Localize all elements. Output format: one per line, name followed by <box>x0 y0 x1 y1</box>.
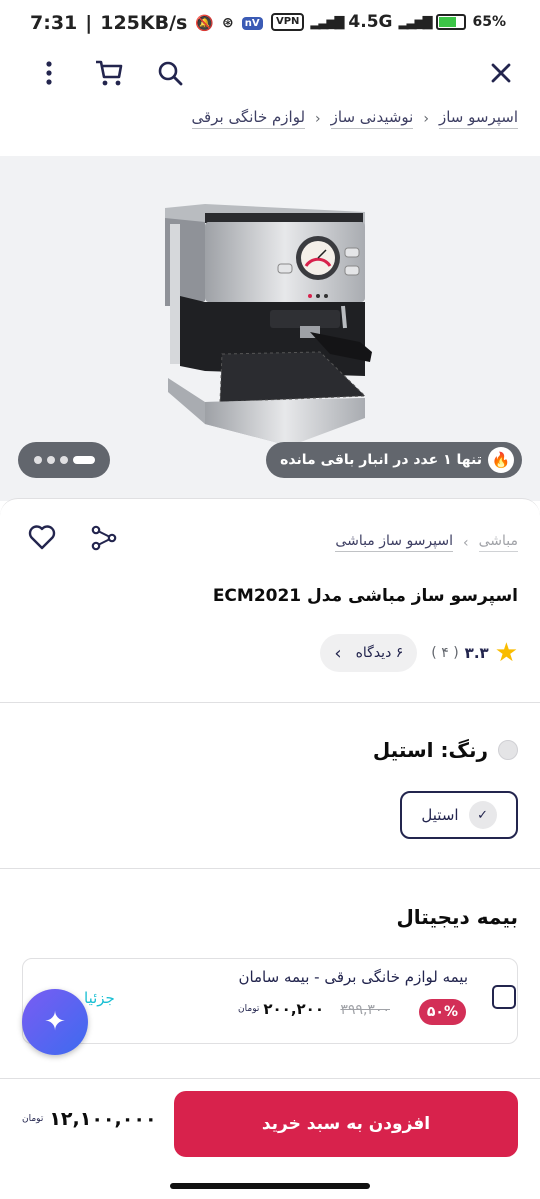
gallery-dot <box>33 456 42 464</box>
status-speed: 125KB/s <box>100 12 188 34</box>
product-title: اسپرسو ساز مباشی مدل ECM2021 <box>212 586 518 606</box>
chevron-left-icon: ‹ <box>423 110 429 127</box>
breadcrumb-beverage-maker[interactable]: نوشیدنی ساز <box>330 108 414 129</box>
star-icon: ★ <box>494 638 518 668</box>
insurance-checkbox[interactable] <box>492 985 516 1009</box>
mute-icon: 🔕 <box>195 14 215 32</box>
insurance-details-link[interactable]: جزئیا <box>84 989 115 1007</box>
status-right: VPN ▂▃▅▇ 4.5G ▂▃▅▇ 65% <box>270 12 506 32</box>
search-icon[interactable] <box>153 56 187 90</box>
signal-icon: ▂▃▅▇ <box>310 14 344 30</box>
product-image-gallery[interactable]: 🔥 تنها ۱ عدد در انبار باقی مانده <box>0 156 540 501</box>
color-swatch <box>498 740 518 760</box>
section-divider <box>0 868 540 869</box>
vpn-icon: VPN <box>270 13 305 31</box>
price-value: ۱۲,۱۰۰,۰۰۰ <box>49 1108 157 1130</box>
currency-label: تومان <box>22 1114 44 1124</box>
check-icon: ✓ <box>468 801 497 829</box>
status-left: 7:31 | 125KB/s 🔕 ⊛ nV <box>30 12 263 34</box>
rating-row: ★ ۳.۳ ( ۴ ) ۶ دیدگاه › <box>320 634 518 672</box>
gallery-dot <box>59 456 68 464</box>
breadcrumb-espresso[interactable]: اسپرسو ساز <box>438 108 518 129</box>
insurance-heading: بیمه دیجیتال <box>396 905 518 929</box>
breadcrumb-home-appliances[interactable]: لوازم خانگی برقی <box>191 108 306 129</box>
color-heading: رنگ: استیل <box>373 738 518 762</box>
signal-icon-2: ▂▃▅▇ <box>398 14 432 30</box>
reviews-label: ۶ دیدگاه <box>355 645 404 661</box>
stock-warning-badge: 🔥 تنها ۱ عدد در انبار باقی مانده <box>266 442 522 478</box>
fire-icon: 🔥 <box>488 447 514 473</box>
close-icon[interactable] <box>484 56 518 90</box>
add-to-cart-button[interactable]: افزودن به سبد خرید <box>174 1091 518 1157</box>
discount-badge: ۵۰% <box>418 999 466 1025</box>
chevron-left-icon: › <box>334 642 342 664</box>
category-link[interactable]: اسپرسو ساز مباشی <box>335 533 453 552</box>
gallery-dot-active <box>72 456 95 464</box>
chevron-left-icon: ‹ <box>315 110 321 127</box>
share-icon[interactable] <box>90 524 118 556</box>
brand-link[interactable]: مباشی <box>478 533 518 552</box>
top-toolbar <box>0 44 540 102</box>
insurance-title: بیمه لوازم خانگی برقی - بیمه سامان <box>238 968 468 986</box>
product-price: ۱۲,۱۰۰,۰۰۰ تومان <box>22 1108 157 1130</box>
battery-icon <box>436 14 467 30</box>
status-time: 7:31 <box>30 12 78 34</box>
insurance-price-value: ۲۰۰,۲۰۰ <box>263 1000 324 1018</box>
section-divider <box>0 702 540 703</box>
currency-label: تومان <box>238 1004 260 1014</box>
rating-count: ( ۴ ) <box>431 645 459 661</box>
more-icon[interactable] <box>32 56 66 90</box>
gallery-indicator <box>18 442 110 478</box>
rating-value: ۳.۳ <box>464 644 489 662</box>
insurance-price: ۲۰۰,۲۰۰ تومان <box>238 1000 324 1018</box>
stock-text: تنها ۱ عدد در انبار باقی مانده <box>280 452 482 468</box>
color-option-label: استیل <box>421 806 459 824</box>
chevron-left-icon: ‹ <box>463 534 469 551</box>
reviews-button[interactable]: ۶ دیدگاه › <box>320 634 418 672</box>
breadcrumb: لوازم خانگی برقی ‹ نوشیدنی ساز ‹ اسپرسو … <box>191 108 518 129</box>
cart-icon[interactable] <box>92 56 126 90</box>
gallery-dot <box>46 456 55 464</box>
color-label: رنگ: استیل <box>372 738 488 762</box>
heart-icon[interactable] <box>28 524 56 554</box>
network-type: 4.5G <box>348 12 393 32</box>
insurance-old-price: ۳۹۹,۳۰۰ <box>340 1002 390 1018</box>
brand-breadcrumb: مباشی ‹ اسپرسو ساز مباشی <box>335 533 518 552</box>
ai-assistant-button[interactable]: ✦ <box>22 989 88 1055</box>
app-icon: ⊛ <box>222 15 234 31</box>
sparkle-icon: ✦ <box>44 1007 66 1037</box>
home-indicator[interactable] <box>170 1183 370 1189</box>
battery-percent: 65% <box>472 14 506 30</box>
nv-badge: nV <box>241 16 263 30</box>
status-bar: 7:31 | 125KB/s 🔕 ⊛ nV VPN ▂▃▅▇ 4.5G ▂▃▅▇… <box>0 0 540 44</box>
color-option-steel[interactable]: استیل ✓ <box>400 791 518 839</box>
